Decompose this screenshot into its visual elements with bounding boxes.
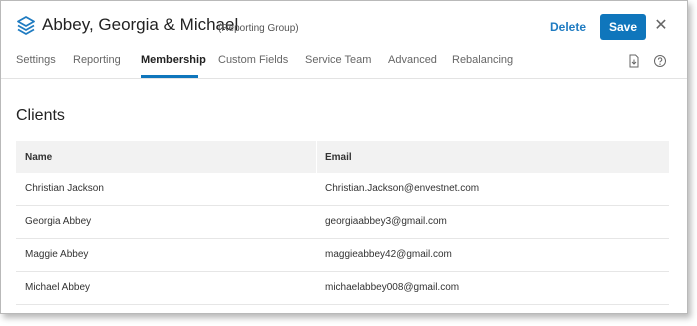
tab-membership[interactable]: Membership xyxy=(141,54,206,66)
clients-table: Name Email Christian Jackson Christian.J… xyxy=(16,141,669,305)
save-button[interactable]: Save xyxy=(600,14,646,40)
tab-service-team[interactable]: Service Team xyxy=(305,54,371,66)
page-title: Abbey, Georgia & Michael xyxy=(42,15,239,34)
tab-advanced[interactable]: Advanced xyxy=(388,54,437,66)
active-tab-indicator xyxy=(141,75,198,78)
dialog-window: Abbey, Georgia & Michael (Reporting Grou… xyxy=(0,0,688,314)
table-row[interactable]: Michael Abbey michaelabbey008@gmail.com xyxy=(16,272,669,305)
tab-custom-fields[interactable]: Custom Fields xyxy=(218,54,288,66)
help-icon[interactable] xyxy=(653,54,667,68)
section-title: Clients xyxy=(16,107,65,124)
export-document-icon[interactable] xyxy=(627,54,641,68)
close-icon[interactable]: ✕ xyxy=(654,18,668,34)
client-name: Christian Jackson xyxy=(25,183,104,194)
client-name: Michael Abbey xyxy=(25,282,91,293)
tab-settings[interactable]: Settings xyxy=(16,54,56,66)
group-type-label: (Reporting Group) xyxy=(218,23,299,34)
table-row[interactable]: Maggie Abbey maggieabbey42@gmail.com xyxy=(16,239,669,272)
client-name: Georgia Abbey xyxy=(25,216,92,227)
client-email: georgiaabbey3@gmail.com xyxy=(325,216,447,227)
table-row[interactable]: Georgia Abbey georgiaabbey3@gmail.com xyxy=(16,206,669,239)
table-row[interactable]: Christian Jackson Christian.Jackson@enve… xyxy=(16,173,669,206)
delete-button[interactable]: Delete xyxy=(550,20,586,34)
column-header-name[interactable]: Name xyxy=(25,152,52,163)
tab-reporting[interactable]: Reporting xyxy=(73,54,121,66)
table-header: Name Email xyxy=(16,141,669,173)
tab-bar: Settings Reporting Membership Custom Fie… xyxy=(1,51,687,79)
client-name: Maggie Abbey xyxy=(25,249,89,260)
tab-rebalancing[interactable]: Rebalancing xyxy=(452,54,513,66)
column-divider xyxy=(316,141,317,173)
dialog-header: Abbey, Georgia & Michael (Reporting Grou… xyxy=(1,1,687,51)
client-email: Christian.Jackson@envestnet.com xyxy=(325,183,480,194)
layers-icon xyxy=(17,16,35,35)
column-header-email[interactable]: Email xyxy=(325,152,352,163)
client-email: michaelabbey008@gmail.com xyxy=(325,282,460,293)
client-email: maggieabbey42@gmail.com xyxy=(325,249,452,260)
